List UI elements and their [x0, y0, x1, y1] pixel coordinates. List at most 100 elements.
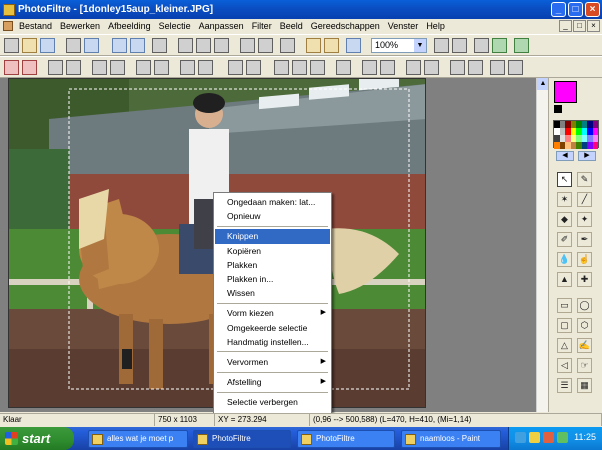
color-swatch[interactable]: [592, 121, 598, 128]
document-icon[interactable]: [3, 21, 13, 31]
contrast-plus-icon[interactable]: [110, 60, 125, 75]
menu-afbeelding[interactable]: Afbeelding: [104, 21, 155, 31]
context-menu-item[interactable]: Plakken: [215, 258, 330, 272]
color-swatch[interactable]: [592, 142, 598, 149]
drop-icon[interactable]: [336, 60, 351, 75]
doc-close-button[interactable]: ×: [587, 20, 600, 32]
grid-icon[interactable]: ▦: [577, 378, 592, 393]
vertical-scrollbar[interactable]: ▲: [536, 78, 549, 412]
redo-icon[interactable]: [130, 38, 145, 53]
context-menu-item[interactable]: Plakken in...: [215, 272, 330, 286]
selection-tool-icon[interactable]: ↖: [557, 172, 572, 187]
saturation-plus-icon[interactable]: [154, 60, 169, 75]
context-menu-item[interactable]: Omgekeerde selectie: [215, 321, 330, 335]
background-color-swatch[interactable]: [554, 105, 562, 113]
sharpen-icon[interactable]: [292, 60, 307, 75]
context-menu-item[interactable]: Knippen: [215, 229, 330, 244]
actual-size-icon[interactable]: [474, 38, 489, 53]
color-swatch[interactable]: [592, 135, 598, 142]
palette-prev-button[interactable]: ◀: [556, 151, 574, 161]
menu-gereedschappen[interactable]: Gereedschappen: [307, 21, 384, 31]
fullscreen-icon[interactable]: [514, 38, 529, 53]
volume-icon[interactable]: [557, 432, 568, 443]
blur-icon[interactable]: [274, 60, 289, 75]
zoom-out-icon[interactable]: [452, 38, 467, 53]
zoom-dropdown-icon[interactable]: ▼: [414, 39, 426, 52]
canvas-size-icon[interactable]: [196, 38, 211, 53]
arrow-shape-icon[interactable]: ◁: [557, 358, 572, 373]
flip-vertical-icon[interactable]: [424, 60, 439, 75]
pen-icon[interactable]: ✒: [577, 232, 592, 247]
context-menu-item[interactable]: Vorm kiezen ▶: [215, 306, 330, 320]
context-menu-item[interactable]: Afstelling ▶: [215, 375, 330, 389]
automate-icon[interactable]: [324, 38, 339, 53]
new-file-icon[interactable]: [4, 38, 19, 53]
frame-icon[interactable]: [508, 60, 523, 75]
context-menu-item[interactable]: Handmatig instellen...: [215, 335, 330, 349]
menu-bestand[interactable]: Bestand: [15, 21, 56, 31]
doc-minimize-button[interactable]: _: [559, 20, 572, 32]
crop-icon[interactable]: [214, 38, 229, 53]
maximize-button[interactable]: □: [568, 2, 583, 17]
scan-icon[interactable]: [84, 38, 99, 53]
menu-help[interactable]: Help: [422, 21, 449, 31]
sepia-icon[interactable]: [246, 60, 261, 75]
close-button[interactable]: ×: [585, 2, 600, 17]
rounded-rect-shape-icon[interactable]: ▢: [557, 318, 572, 333]
fit-window-icon[interactable]: [492, 38, 507, 53]
print-icon[interactable]: [66, 38, 81, 53]
line-icon[interactable]: ╱: [577, 192, 592, 207]
brush-icon[interactable]: ✐: [557, 232, 572, 247]
rectangle-shape-icon[interactable]: ▭: [557, 298, 572, 313]
taskbar-item-browser[interactable]: alles wat je moet p: [88, 430, 188, 448]
grayscale-icon[interactable]: [228, 60, 243, 75]
relief-icon[interactable]: [380, 60, 395, 75]
rotate-right-icon[interactable]: [468, 60, 483, 75]
menu-filter[interactable]: Filter: [248, 21, 276, 31]
network-icon[interactable]: [515, 432, 526, 443]
layer-icon[interactable]: [240, 38, 255, 53]
image-size-icon[interactable]: [178, 38, 193, 53]
magic-wand-icon[interactable]: ✶: [557, 192, 572, 207]
color-picker-icon[interactable]: ✎: [577, 172, 592, 187]
taskbar-item-paint[interactable]: naamloos - Paint: [401, 430, 501, 448]
triangle-shape-icon[interactable]: △: [557, 338, 572, 353]
open-folder-icon[interactable]: [22, 38, 37, 53]
eraser-icon[interactable]: ✚: [577, 272, 592, 287]
messenger-icon[interactable]: [529, 432, 540, 443]
color-swatch[interactable]: [592, 128, 598, 135]
menu-beeld[interactable]: Beeld: [276, 21, 307, 31]
emboss-icon[interactable]: [362, 60, 377, 75]
context-menu-item[interactable]: Selectie verbergen: [215, 395, 330, 409]
context-menu-item[interactable]: Kopiëren: [215, 244, 330, 258]
contrast-minus-icon[interactable]: [92, 60, 107, 75]
zoom-in-icon[interactable]: [434, 38, 449, 53]
menu-venster[interactable]: Venster: [384, 21, 423, 31]
saturation-minus-icon[interactable]: [136, 60, 151, 75]
menu-aanpassen[interactable]: Aanpassen: [195, 21, 248, 31]
context-menu-item[interactable]: Vervormen ▶: [215, 355, 330, 369]
pointer-hand-icon[interactable]: ☞: [577, 358, 592, 373]
blur-drop-icon[interactable]: 💧: [557, 252, 572, 267]
gamma-minus-icon[interactable]: [180, 60, 195, 75]
ellipse-shape-icon[interactable]: ◯: [577, 298, 592, 313]
finger-icon[interactable]: ☝: [577, 252, 592, 267]
start-button[interactable]: start: [0, 427, 74, 450]
context-menu-item[interactable]: Ongedaan maken: lat...: [215, 195, 330, 209]
doc-restore-button[interactable]: □: [573, 20, 586, 32]
save-icon[interactable]: [40, 38, 55, 53]
flip-horizontal-icon[interactable]: [406, 60, 421, 75]
foreground-color-swatch[interactable]: [554, 81, 577, 103]
undo-icon[interactable]: [112, 38, 127, 53]
gradient-icon[interactable]: [490, 60, 505, 75]
taskbar-item-photofiltre-2[interactable]: PhotoFiltre: [297, 430, 395, 448]
spray-icon[interactable]: ✦: [577, 212, 592, 227]
menu-selectie[interactable]: Selectie: [155, 21, 195, 31]
auto-contrast-icon[interactable]: [22, 60, 37, 75]
soften-icon[interactable]: [310, 60, 325, 75]
minimize-button[interactable]: _: [551, 2, 566, 17]
security-icon[interactable]: [543, 432, 554, 443]
text-icon[interactable]: [280, 38, 295, 53]
lasso-shape-icon[interactable]: ✍: [577, 338, 592, 353]
taskbar-item-photofiltre-1[interactable]: PhotoFiltre: [193, 430, 291, 448]
